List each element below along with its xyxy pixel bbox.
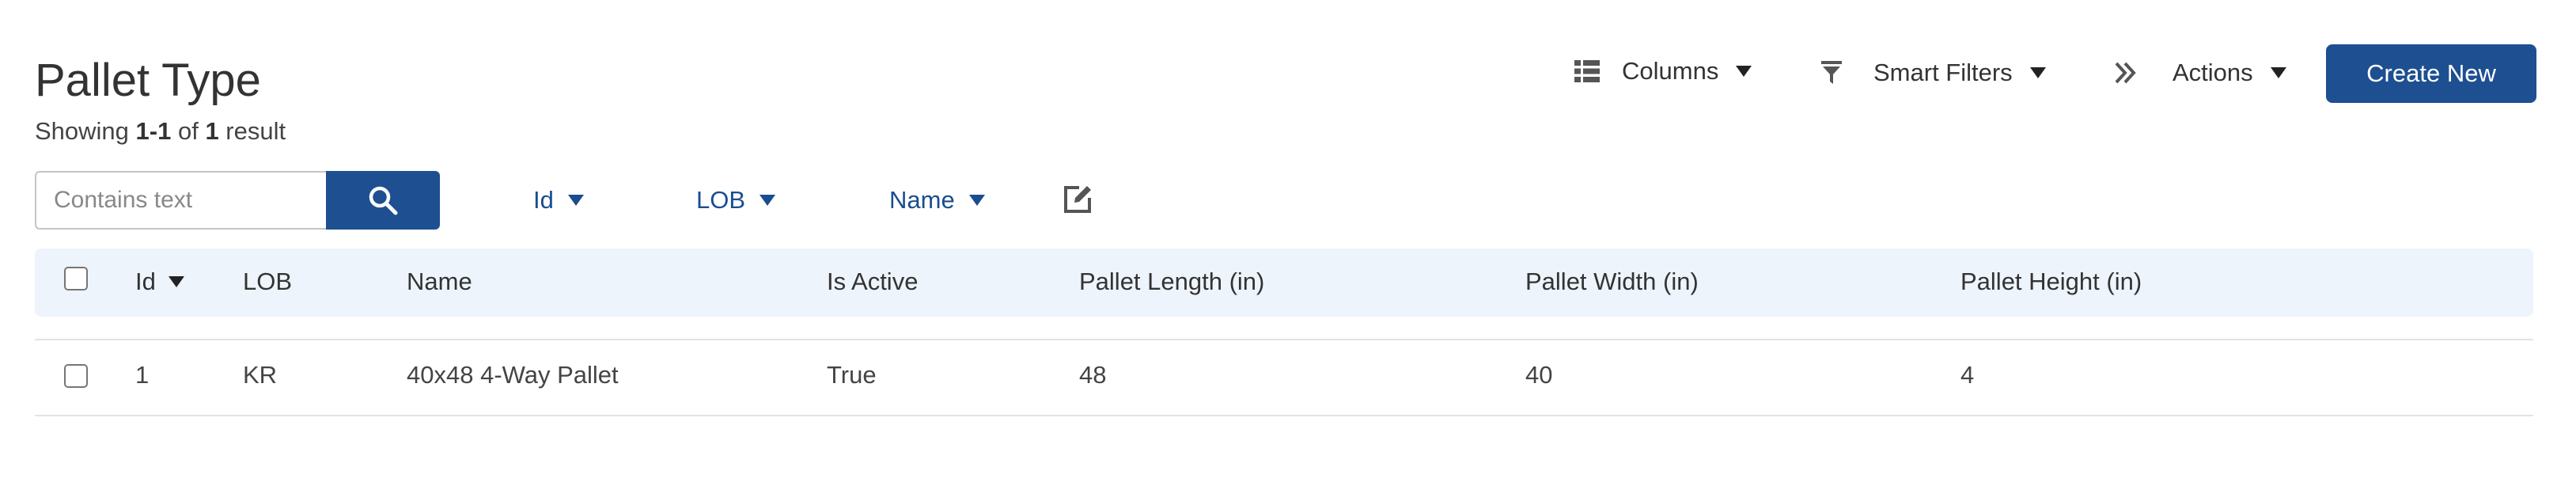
cell-pallet-width: 40 — [1525, 361, 1553, 389]
column-header-pallet-length[interactable]: Pallet Length (in) — [1079, 268, 1264, 296]
caret-down-icon — [1736, 66, 1752, 77]
create-new-button[interactable]: Create New — [2326, 44, 2536, 103]
column-header-pallet-height[interactable]: Pallet Height (in) — [1960, 268, 2142, 296]
edit-filters-button[interactable] — [1062, 184, 1093, 219]
filter-name[interactable]: Name — [889, 182, 985, 218]
list-icon — [1574, 60, 1600, 82]
caret-down-icon — [2029, 67, 2046, 78]
row-divider — [35, 415, 2533, 416]
caret-down-icon — [968, 195, 985, 206]
cell-name: 40x48 4-Way Pallet — [407, 361, 619, 389]
actions-label: Actions — [2173, 59, 2253, 86]
column-header-pallet-width[interactable]: Pallet Width (in) — [1525, 268, 1699, 296]
caret-down-icon — [2270, 67, 2286, 78]
columns-button[interactable]: Columns — [1574, 57, 1752, 85]
cell-pallet-height: 4 — [1960, 361, 1975, 389]
column-header-name[interactable]: Name — [407, 268, 472, 296]
filter-lob[interactable]: LOB — [696, 182, 776, 218]
search-button[interactable] — [326, 171, 440, 230]
actions-button[interactable]: Actions — [2114, 59, 2286, 87]
cell-lob: KR — [243, 361, 278, 389]
columns-label: Columns — [1622, 57, 1719, 85]
column-header-lob[interactable]: LOB — [243, 268, 292, 296]
edit-icon — [1064, 186, 1091, 213]
row-divider — [35, 339, 2533, 340]
search-icon — [369, 186, 398, 215]
row-checkbox[interactable] — [64, 364, 88, 388]
caret-down-icon — [760, 195, 776, 206]
filter-icon — [1821, 61, 1842, 84]
cell-id[interactable]: 1 — [135, 361, 149, 389]
column-header-is-active[interactable]: Is Active — [827, 268, 918, 296]
cell-pallet-length: 48 — [1079, 361, 1107, 389]
smart-filters-label: Smart Filters — [1873, 59, 2013, 86]
double-chevron-right-icon — [2115, 62, 2136, 84]
page-title: Pallet Type — [35, 55, 261, 106]
sort-desc-icon — [168, 276, 184, 287]
smart-filters-button[interactable]: Smart Filters — [1821, 59, 2046, 87]
result-summary: Showing 1-1 of 1 result — [35, 117, 286, 145]
column-header-id[interactable]: Id — [135, 268, 184, 296]
filter-id[interactable]: Id — [533, 182, 584, 218]
caret-down-icon — [567, 195, 584, 206]
select-all-checkbox[interactable] — [64, 267, 88, 290]
cell-is-active: True — [827, 361, 877, 389]
search-input[interactable] — [35, 171, 326, 230]
